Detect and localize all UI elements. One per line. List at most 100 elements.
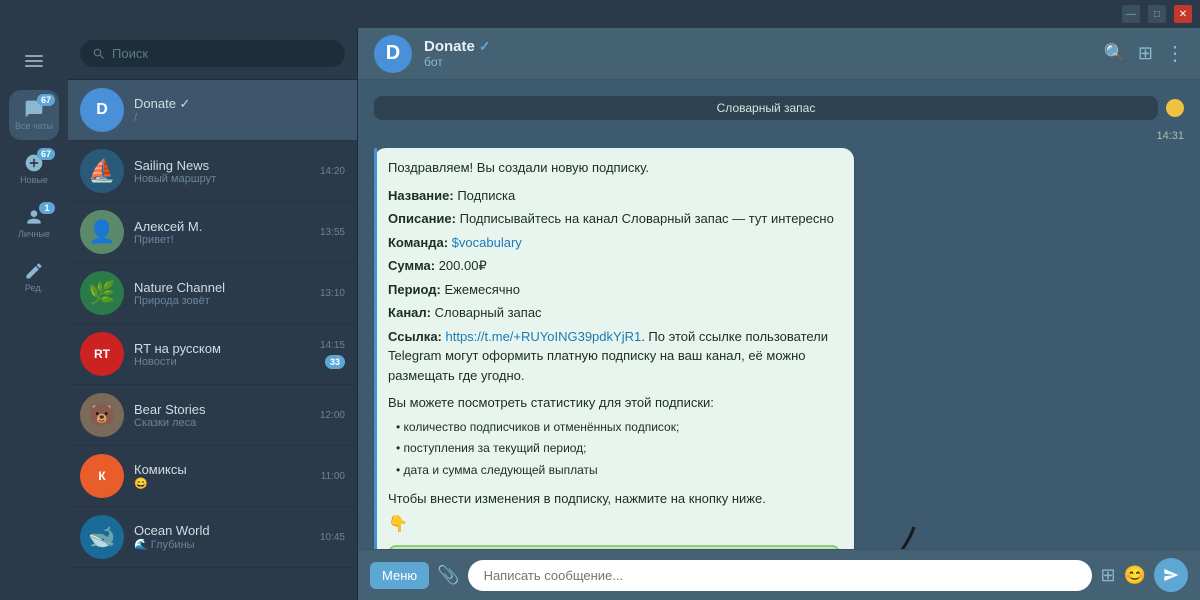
chat-name-bear: Bear Stories <box>134 402 310 417</box>
greeting-text: Поздравляем! Вы создали новую подписку. <box>388 158 840 178</box>
chat-item-comics[interactable]: К Комиксы 😄 11:00 <box>68 446 357 507</box>
personal-chats-button[interactable]: 1 Личные <box>9 198 59 248</box>
chat-item-2[interactable]: ⛵ Sailing News Новый маршрут 14:20 <box>68 141 357 202</box>
hamburger-icon <box>25 55 43 67</box>
arrow-annotation <box>834 517 934 549</box>
chat-name-4: Nature Channel <box>134 280 310 295</box>
chat-info-comics: Комиксы 😄 <box>134 462 311 490</box>
chat-name-donate: Donate ✓ <box>134 96 335 112</box>
chat-preview-whale: 🌊 Глубины <box>134 538 310 551</box>
emoji-button[interactable]: 😊 <box>1124 565 1146 586</box>
name-value: Подписка <box>457 188 515 203</box>
more-menu-button[interactable]: ⋮ <box>1165 41 1184 66</box>
chat-avatar: D <box>374 35 412 73</box>
stats-items: • количество подписчиков и отменённых по… <box>396 417 840 482</box>
chat-info-4: Nature Channel Природа зовёт <box>134 280 310 307</box>
chat-preview-comics: 😄 <box>134 477 311 490</box>
search-icon <box>92 47 106 61</box>
chat-header-name: Donate ✓ <box>424 38 1091 55</box>
stats-intro: Вы можете посмотреть статистику для этой… <box>388 393 840 413</box>
bot-message-bubble: Поздравляем! Вы создали новую подписку. … <box>374 148 854 549</box>
chat-main: D Donate ✓ бот 🔍 ⊞ ⋮ <box>358 28 1200 600</box>
input-actions: ⊞ 😊 <box>1100 558 1188 592</box>
desc-label: Описание: <box>388 211 456 226</box>
new-chats-label: Новые <box>20 175 48 185</box>
chat-name-3: Алексей М. <box>134 219 310 234</box>
chat-meta-rt: 14:15 33 <box>320 340 345 369</box>
chat-name-rt: RT на русском <box>134 341 310 356</box>
chat-item-4[interactable]: 🌿 Nature Channel Природа зовёт 13:10 <box>68 263 357 324</box>
chat-name-comics: Комиксы <box>134 462 311 477</box>
chat-item-donate[interactable]: D Donate ✓ / <box>68 80 357 141</box>
chat-preview-donate: / <box>134 112 335 124</box>
period-label: Период: <box>388 282 441 297</box>
new-chats-button[interactable]: 67 Новые <box>9 144 59 194</box>
chat-item-3[interactable]: 👤 Алексей М. Привет! 13:55 <box>68 202 357 263</box>
messages-area: Словарный запас 14:31 Поздравляем! Вы со… <box>358 80 1200 549</box>
maximize-button[interactable]: □ <box>1148 5 1166 23</box>
edit-icon <box>24 261 44 281</box>
period-value: Ежемесячно <box>444 282 520 297</box>
rt-badge: 33 <box>325 355 345 369</box>
avatar-rt: RT <box>80 332 124 376</box>
close-button[interactable]: ✕ <box>1174 5 1192 23</box>
emoji-hand: 👇 <box>388 513 840 537</box>
chat-info-3: Алексей М. Привет! <box>134 219 310 246</box>
minimize-button[interactable]: — <box>1122 5 1140 23</box>
new-chats-badge: 67 <box>37 148 55 160</box>
chat-name-whale: Ocean World <box>134 523 310 538</box>
blue-accent-line <box>374 148 377 549</box>
chat-preview-2: Новый маршрут <box>134 173 310 185</box>
personal-badge: 1 <box>39 202 55 214</box>
link-value[interactable]: https://t.me/+RUYoING39pdkYjR1 <box>446 329 642 344</box>
message-input[interactable] <box>468 560 1093 591</box>
search-box[interactable]: Поиск <box>80 40 345 67</box>
send-button[interactable] <box>1154 558 1188 592</box>
chat-item-rt[interactable]: RT RT на русском Новости 14:15 33 <box>68 324 357 385</box>
chat-info-bear: Bear Stories Сказки леса <box>134 402 310 429</box>
hamburger-menu-button[interactable] <box>9 36 59 86</box>
channel-value: Словарный запас <box>435 305 542 320</box>
chat-item-whale[interactable]: 🐋 Ocean World 🌊 Глубины 10:45 <box>68 507 357 568</box>
title-bar: — □ ✕ <box>0 0 1200 28</box>
search-header-button[interactable]: 🔍 <box>1103 43 1125 64</box>
chat-list: Поиск D Donate ✓ / <box>68 28 358 600</box>
chat-item-bear[interactable]: 🐻 Bear Stories Сказки леса 12:00 <box>68 385 357 446</box>
channel-banner: Словарный запас <box>374 96 1158 120</box>
avatar-comics: К <box>80 454 124 498</box>
chat-preview-3: Привет! <box>134 234 310 246</box>
avatar-2: ⛵ <box>80 149 124 193</box>
chat-info-donate: Donate ✓ / <box>134 96 335 124</box>
chat-meta-4: 13:10 <box>320 288 345 299</box>
chat-preview-bear: Сказки леса <box>134 417 310 429</box>
chat-preview-rt: Новости <box>134 356 310 368</box>
grid-icon-button[interactable]: ⊞ <box>1100 565 1115 586</box>
all-chats-badge: 67 <box>37 94 55 106</box>
edit-intro: Чтобы внести изменения в подписку, нажми… <box>388 489 840 509</box>
menu-button[interactable]: Меню <box>370 562 429 589</box>
message-text: Поздравляем! Вы создали новую подписку. … <box>388 158 840 537</box>
avatar-whale: 🐋 <box>80 515 124 559</box>
command-link[interactable]: $vocabulary <box>452 235 522 250</box>
yellow-indicator <box>1166 99 1184 117</box>
chat-header: D Donate ✓ бот 🔍 ⊞ ⋮ <box>358 28 1200 80</box>
chat-preview-4: Природа зовёт <box>134 295 310 307</box>
verified-icon: ✓ <box>479 38 491 55</box>
avatar-3: 👤 <box>80 210 124 254</box>
avatar-4: 🌿 <box>80 271 124 315</box>
chat-meta-whale: 10:45 <box>320 532 345 543</box>
chat-info-rt: RT на русском Новости <box>134 341 310 368</box>
command-label: Команда: <box>388 235 448 250</box>
name-label: Название: <box>388 188 454 203</box>
message-time: 14:31 <box>1156 130 1184 142</box>
all-chats-button[interactable]: 67 Все чаты <box>9 90 59 140</box>
chat-items: D Donate ✓ / ⛵ Sailing News Новый м <box>68 80 357 600</box>
edit-button[interactable]: Ред. <box>9 252 59 302</box>
chat-list-header: Поиск <box>68 28 357 80</box>
desc-value: Подписывайтесь на канал Словарный запас … <box>460 211 834 226</box>
chat-meta-comics: 11:00 <box>321 471 345 482</box>
all-chats-label: Все чаты <box>15 121 53 131</box>
attach-button[interactable]: 📎 <box>437 565 459 586</box>
send-icon <box>1163 567 1179 583</box>
layout-button[interactable]: ⊞ <box>1138 43 1153 64</box>
